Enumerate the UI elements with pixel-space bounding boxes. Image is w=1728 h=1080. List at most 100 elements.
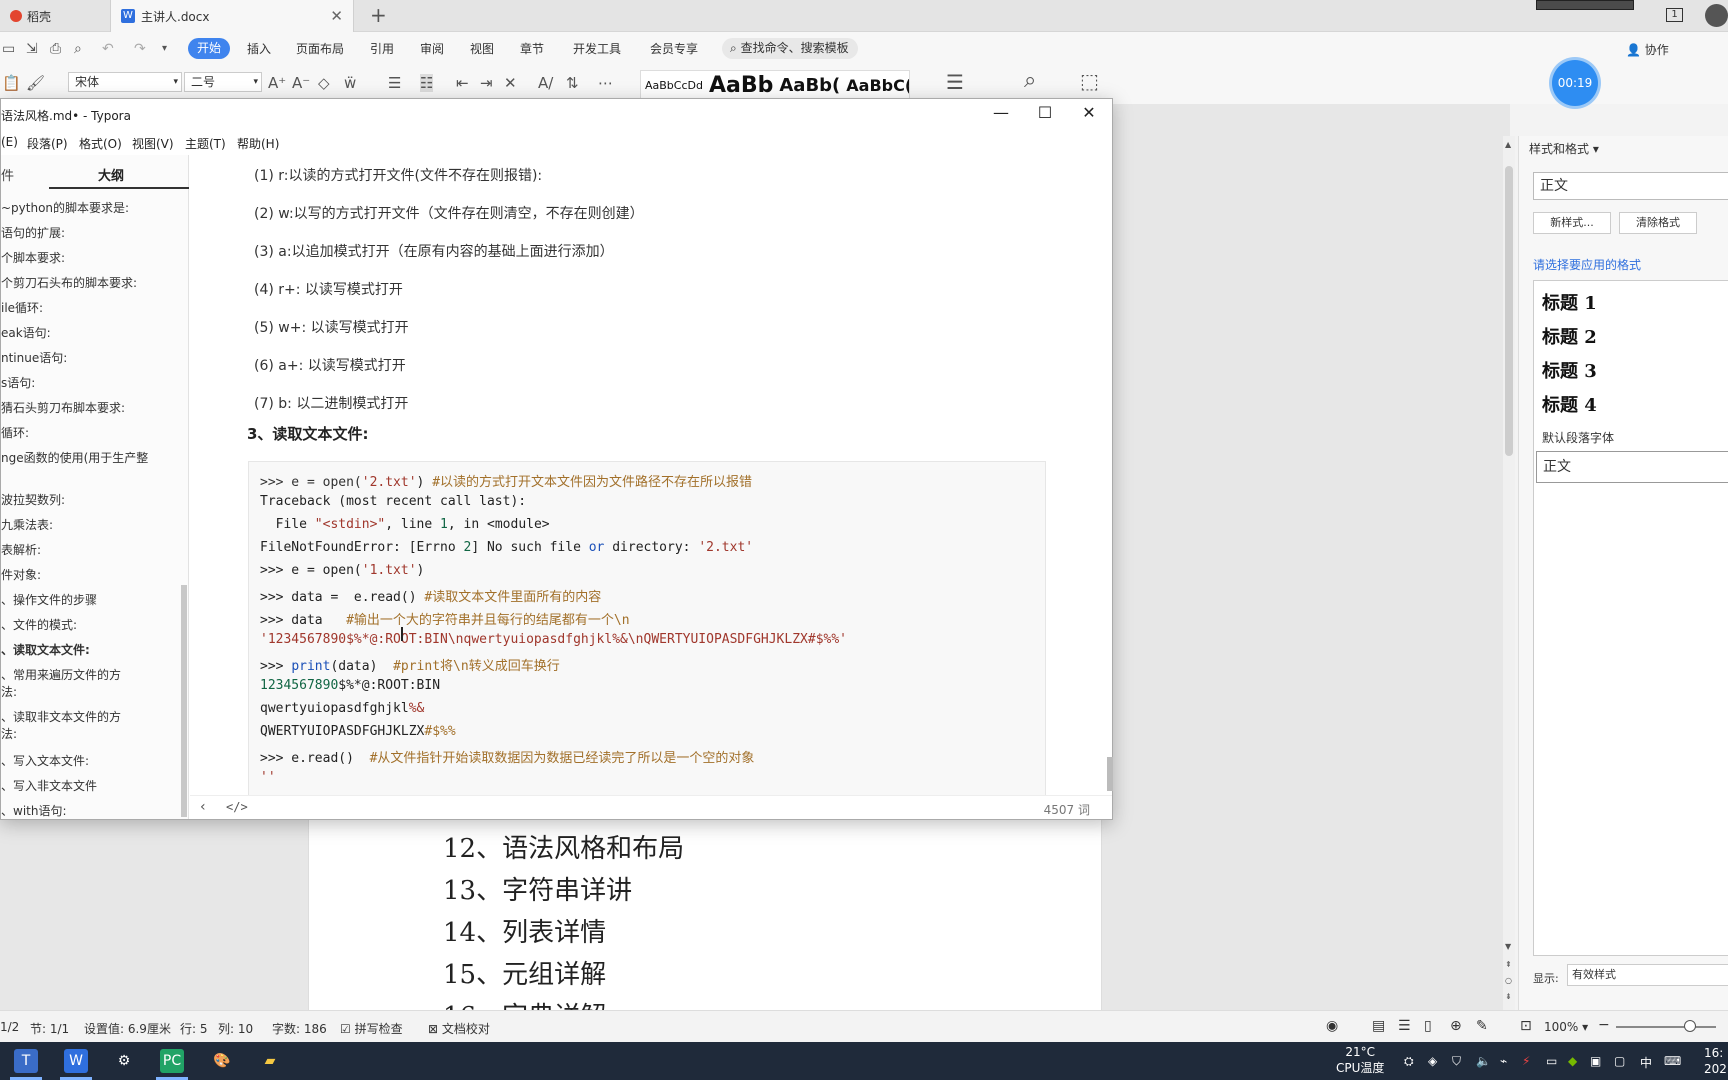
paste-icon[interactable]: 📋 [2, 74, 21, 92]
show-select[interactable]: 有效样式 [1567, 964, 1728, 986]
zoom-out-icon[interactable]: − [1598, 1017, 1610, 1033]
outline-item[interactable]: ~python的脚本要求是: [1, 199, 129, 216]
menu-edit[interactable]: (E) [1, 135, 18, 149]
style-heading-1[interactable]: 标题 1 [1542, 289, 1597, 315]
style-sample[interactable]: AaBbCcDd [645, 79, 703, 92]
chevron-down-icon[interactable]: ▼ [1505, 942, 1511, 951]
nvidia-icon[interactable]: ◆ [1568, 1054, 1577, 1068]
clock[interactable]: 16: 202 [1704, 1045, 1727, 1077]
font-size-select[interactable]: 二号 ▾ [184, 72, 262, 92]
style-heading-4[interactable]: 标题 4 [1542, 391, 1597, 417]
outline-item[interactable]: 件对象: [1, 566, 41, 583]
tray-icon[interactable]: ◈ [1428, 1054, 1437, 1068]
tab-files[interactable]: 件 [1, 165, 14, 184]
window-icon[interactable]: ▭ [1546, 1054, 1557, 1068]
shrink-font-icon[interactable]: A⁻ [292, 74, 310, 92]
typora-editor[interactable]: (1) r:以读的方式打开文件(文件不存在则报错): (2) w:以写的方式打开… [190, 155, 1112, 795]
menu-member[interactable]: 会员专享 [650, 40, 698, 57]
tab-outline[interactable]: 大纲 [98, 165, 124, 184]
page-view-icon[interactable]: ▤ [1372, 1018, 1385, 1034]
avatar[interactable] [1705, 4, 1728, 27]
style-body[interactable]: 正文 [1536, 451, 1728, 483]
preview-icon[interactable]: ⌕ [74, 41, 82, 57]
redo-icon[interactable]: ↷ [134, 41, 146, 57]
outline-item[interactable]: 语句的扩展: [1, 224, 65, 241]
code-block[interactable]: >>> e = open('2.txt') #以读的方式打开文本文件因为文件路径… [248, 461, 1046, 795]
status-row[interactable]: 行: 5 [180, 1020, 208, 1037]
style-default-font[interactable]: 默认段落字体 [1542, 429, 1614, 446]
tray-icon[interactable]: ⛭ [1404, 1054, 1414, 1069]
export-icon[interactable]: ⇲ [26, 41, 38, 57]
outline-item[interactable]: 表解析: [1, 541, 41, 558]
outline-item[interactable]: 、写入文本文件: [1, 752, 89, 769]
close-button[interactable]: ✕ [1069, 103, 1109, 122]
status-setting[interactable]: 设置值: 6.9厘米 [84, 1020, 171, 1037]
prev-page-icon[interactable]: ⇞ [1505, 960, 1512, 969]
menu-reference[interactable]: 引用 [370, 40, 394, 57]
font-name-select[interactable]: 宋体 ▾ [68, 72, 182, 92]
menu-help[interactable]: 帮助(H) [237, 135, 279, 152]
close-icon[interactable]: ✕ [330, 7, 343, 25]
outline-item[interactable]: s语句: [1, 374, 35, 391]
outline-item[interactable]: 循环: [1, 424, 29, 441]
minimize-button[interactable]: — [981, 103, 1021, 122]
clear-format-icon[interactable]: ◇ [318, 74, 330, 92]
spell-check-button[interactable]: ☑ 拼写检查 [340, 1020, 403, 1037]
paint-icon[interactable]: 🎨 [210, 1049, 234, 1073]
doc-line[interactable]: 14、列表详情 [443, 912, 684, 954]
increase-indent-icon[interactable]: ⇥ [480, 74, 493, 92]
menu-start[interactable]: 开始 [188, 38, 230, 59]
outline-item[interactable]: 、文件的模式: [1, 616, 77, 633]
menu-dev-tools[interactable]: 开发工具 [573, 40, 621, 57]
collaborate-button[interactable]: 👤 协作 [1626, 41, 1669, 58]
folder-icon[interactable]: ▰ [258, 1049, 282, 1073]
typora-title-bar[interactable]: 语法风格.md• - Typora — ☐ ✕ [1, 99, 1112, 131]
zoom-level[interactable]: 100% ▾ [1544, 1020, 1588, 1034]
format-painter-icon[interactable]: 🖌 [26, 74, 45, 92]
maximize-button[interactable]: ☐ [1025, 103, 1065, 122]
menu-paragraph[interactable]: 段落(P) [27, 135, 68, 152]
ime-indicator[interactable]: 中 [1640, 1054, 1652, 1071]
bullet-list-icon[interactable]: ☰ [388, 74, 401, 92]
select-browse-icon[interactable]: ○ [1505, 976, 1512, 985]
outline-item[interactable]: 、操作文件的步骤 [1, 591, 97, 608]
styles-gallery[interactable]: AaBbCcDd AaBb AaBb( AaBbC( [640, 70, 910, 100]
save-icon[interactable]: ▭ [2, 41, 15, 57]
menu-theme[interactable]: 主题(T) [185, 135, 226, 152]
menu-review[interactable]: 审阅 [420, 40, 444, 57]
phonetic-icon[interactable]: ẅ [344, 74, 356, 92]
doc-line[interactable]: 15、元组详解 [443, 954, 684, 996]
status-page[interactable]: 1/2 [0, 1020, 19, 1034]
tab-daoke[interactable]: 稻壳 [0, 0, 108, 32]
select-icon[interactable]: ⬚ [1080, 69, 1099, 93]
style-heading-2[interactable]: 标题 2 [1542, 323, 1597, 349]
menu-chapter[interactable]: 章节 [520, 40, 544, 57]
outline-view-icon[interactable]: ☰ [1398, 1018, 1411, 1034]
outline-item-cont[interactable]: 法: [1, 725, 17, 742]
status-section[interactable]: 节: 1/1 [30, 1020, 69, 1037]
menu-insert[interactable]: 插入 [247, 40, 271, 57]
cpu-temp-widget[interactable]: 21°C CPU温度 [1336, 1044, 1384, 1076]
status-words[interactable]: 字数: 186 [272, 1020, 327, 1037]
network-icon[interactable]: ⌁ [1500, 1054, 1507, 1068]
outline-item[interactable]: nge函数的使用(用于生产整 [1, 449, 148, 466]
menu-format[interactable]: 格式(O) [79, 135, 122, 152]
outline-item[interactable]: 猜石头剪刀布脚本要求: [1, 399, 125, 416]
outline-item[interactable]: 、with语句: [1, 802, 67, 819]
style-heading-3[interactable]: 标题 3 [1542, 357, 1597, 383]
numbered-list-icon[interactable]: ☷ [420, 74, 434, 92]
settings-gear-icon[interactable]: ⚙ [112, 1049, 136, 1073]
monitor-icon[interactable]: ▢ [1614, 1054, 1625, 1068]
new-tab-button[interactable]: + [370, 3, 387, 27]
grow-font-icon[interactable]: A⁺ [268, 74, 286, 92]
outline-item[interactable]: eak语句: [1, 324, 51, 341]
command-search-input[interactable]: ⌕ 查找命令、搜索模板 [722, 38, 858, 59]
eye-icon[interactable]: ◉ [1326, 1018, 1338, 1034]
menu-view[interactable]: 视图(V) [132, 135, 174, 152]
styles-pane-icon[interactable]: ☰ [946, 70, 964, 94]
new-style-button[interactable]: 新样式... [1533, 212, 1611, 234]
chinese-layout-icon[interactable]: ✕ [504, 74, 517, 92]
outline-item[interactable]: 个剪刀石头布的脚本要求: [1, 274, 137, 291]
word-count[interactable]: 4507 词 [1044, 801, 1090, 818]
source-mode-button[interactable]: </> [226, 800, 248, 814]
